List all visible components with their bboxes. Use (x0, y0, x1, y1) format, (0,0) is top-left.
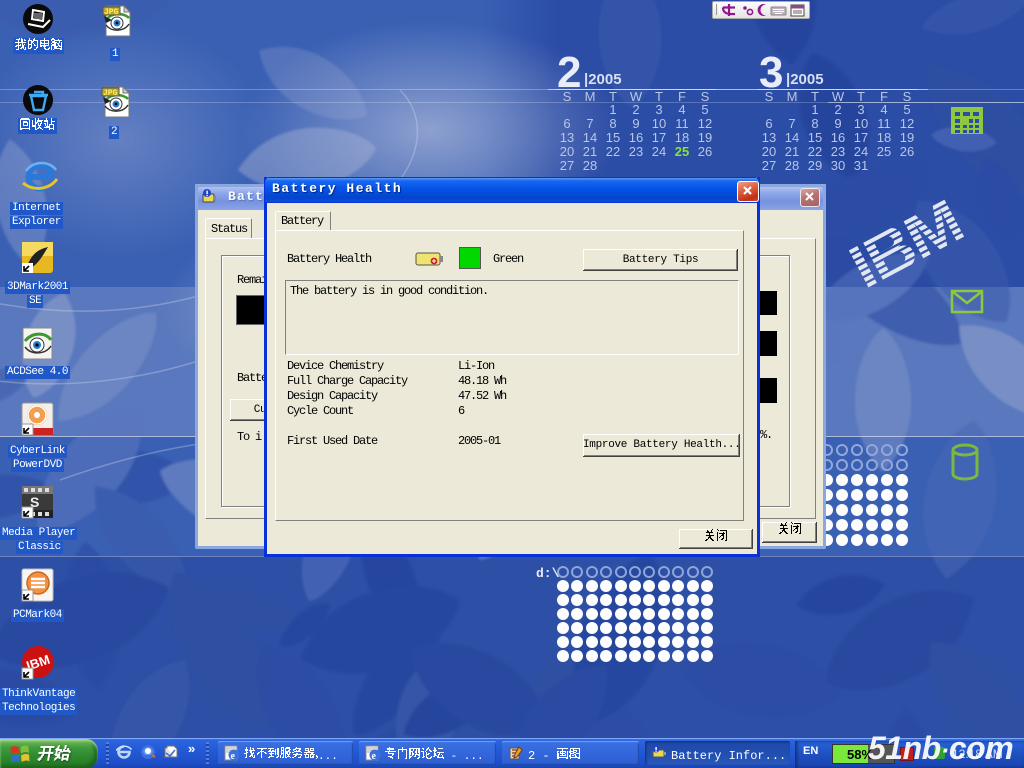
svg-text:|2005: |2005 (786, 71, 824, 88)
svg-text:22: 22 (808, 144, 822, 159)
svg-text:17: 17 (854, 130, 868, 145)
svg-text:8: 8 (609, 116, 616, 131)
svg-text:25: 25 (675, 144, 689, 159)
svg-text:7: 7 (586, 116, 593, 131)
svg-text:26: 26 (698, 144, 712, 159)
svg-text:17: 17 (652, 130, 666, 145)
svg-text:14: 14 (785, 130, 799, 145)
svg-text:20: 20 (560, 144, 574, 159)
svg-text:10: 10 (652, 116, 666, 131)
svg-text:11: 11 (877, 116, 891, 131)
svg-text:5: 5 (903, 102, 910, 117)
svg-text:5: 5 (701, 102, 708, 117)
svg-text:30: 30 (831, 158, 845, 173)
svg-text:16: 16 (831, 130, 845, 145)
svg-text:21: 21 (583, 144, 597, 159)
svg-text:25: 25 (877, 144, 891, 159)
svg-text:27: 27 (762, 158, 776, 173)
svg-text:18: 18 (877, 130, 891, 145)
svg-text:31: 31 (854, 158, 868, 173)
svg-text:24: 24 (652, 144, 666, 159)
svg-text:27: 27 (560, 158, 574, 173)
svg-text:JPG: JPG (103, 89, 118, 98)
svg-text:23: 23 (831, 144, 845, 159)
svg-text:2: 2 (632, 102, 639, 117)
svg-text:6: 6 (563, 116, 570, 131)
svg-text:1: 1 (811, 102, 818, 117)
svg-text:d:\: d:\ (536, 566, 560, 581)
svg-text:2: 2 (834, 102, 841, 117)
svg-text:7: 7 (788, 116, 795, 131)
svg-text:20: 20 (762, 144, 776, 159)
svg-text:28: 28 (785, 158, 799, 173)
svg-text:1: 1 (609, 102, 616, 117)
svg-text:22: 22 (606, 144, 620, 159)
svg-text:3: 3 (857, 102, 864, 117)
svg-text:24: 24 (854, 144, 868, 159)
svg-text:23: 23 (629, 144, 643, 159)
svg-text:11: 11 (675, 116, 689, 131)
svg-text:4: 4 (678, 102, 685, 117)
svg-text:15: 15 (606, 130, 620, 145)
svg-text:21: 21 (785, 144, 799, 159)
svg-text:3: 3 (655, 102, 662, 117)
svg-text:JPG: JPG (104, 8, 119, 17)
svg-text:S: S (765, 89, 774, 104)
svg-text:14: 14 (583, 130, 597, 145)
svg-text:6: 6 (765, 116, 772, 131)
svg-text:S: S (563, 89, 572, 104)
svg-text:|2005: |2005 (584, 71, 622, 88)
svg-text:13: 13 (762, 130, 776, 145)
svg-text:M: M (585, 89, 596, 104)
svg-text:28: 28 (583, 158, 597, 173)
svg-text:10: 10 (854, 116, 868, 131)
svg-text:19: 19 (900, 130, 914, 145)
svg-text:18: 18 (675, 130, 689, 145)
svg-text:12: 12 (698, 116, 712, 131)
svg-text:8: 8 (811, 116, 818, 131)
svg-text:16: 16 (629, 130, 643, 145)
svg-text:4: 4 (880, 102, 887, 117)
svg-text:15: 15 (808, 130, 822, 145)
svg-text:13: 13 (560, 130, 574, 145)
svg-text:29: 29 (808, 158, 822, 173)
svg-text:e: e (372, 751, 377, 761)
svg-text:12: 12 (900, 116, 914, 131)
svg-text:M: M (787, 89, 798, 104)
svg-text:26: 26 (900, 144, 914, 159)
svg-text:9: 9 (632, 116, 639, 131)
svg-text:9: 9 (834, 116, 841, 131)
svg-text:e: e (231, 751, 236, 761)
svg-text:19: 19 (698, 130, 712, 145)
